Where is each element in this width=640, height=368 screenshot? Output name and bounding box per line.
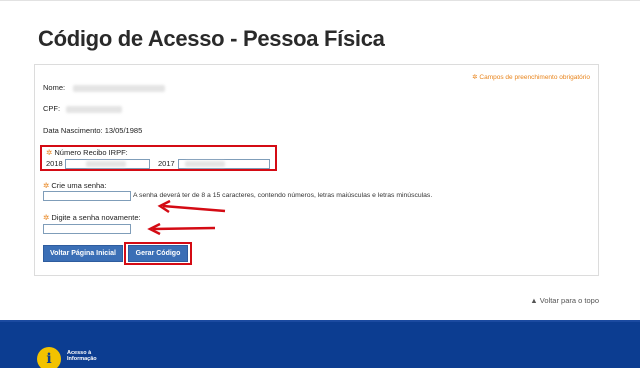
annotation-arrow-icon bbox=[157, 200, 226, 214]
recibo-2017-redacted bbox=[185, 161, 225, 167]
generate-code-button[interactable]: Gerar Código bbox=[128, 245, 188, 262]
senha-label: Crie uma senha: bbox=[51, 181, 107, 190]
back-home-button[interactable]: Voltar Página Inicial bbox=[43, 245, 123, 262]
nome-label: Nome: bbox=[43, 83, 66, 92]
recibo-label-row: ✲ Número Recibo IRPF: bbox=[46, 148, 128, 157]
page-title: Código de Acesso - Pessoa Física bbox=[38, 26, 385, 51]
cpf-value-redacted bbox=[66, 105, 123, 113]
senha-hint: A senha deverá ter de 8 a 15 caracteres,… bbox=[133, 192, 433, 199]
required-star-icon: ✲ bbox=[43, 181, 50, 190]
recibo-2018-input[interactable] bbox=[65, 159, 150, 169]
nome-row: Nome: bbox=[43, 83, 166, 92]
form-panel: ✲ Campos de preenchimento obrigatório No… bbox=[34, 64, 599, 276]
required-fields-note: ✲ Campos de preenchimento obrigatório bbox=[472, 74, 590, 81]
top-divider bbox=[0, 0, 640, 4]
senha-input[interactable] bbox=[43, 191, 131, 201]
cpf-label: CPF: bbox=[43, 104, 61, 113]
acesso-informacao-icon[interactable]: i bbox=[37, 347, 61, 368]
nascimento-value: 13/05/1985 bbox=[104, 126, 143, 135]
required-star-icon: ✲ bbox=[46, 148, 53, 157]
info-glyph: i bbox=[46, 351, 52, 367]
annotation-arrow-icon bbox=[147, 223, 216, 236]
recibo-2018-redacted bbox=[86, 161, 126, 167]
nascimento-row: Data Nascimento: 13/05/1985 bbox=[43, 126, 142, 135]
acesso-informacao-text[interactable]: Acesso à Informação bbox=[67, 350, 97, 362]
required-star-icon: ✲ bbox=[43, 213, 50, 222]
recibo-year-2018: 2018 bbox=[46, 159, 63, 168]
recibo-label: Número Recibo IRPF: bbox=[54, 148, 128, 157]
senha2-label: Digite a senha novamente: bbox=[51, 213, 141, 222]
recibo-highlight-box: ✲ Número Recibo IRPF: 2018 2017 bbox=[40, 145, 277, 171]
recibo-2017-input[interactable] bbox=[178, 159, 270, 169]
back-to-top-link[interactable]: ▲ Voltar para o topo bbox=[530, 296, 599, 305]
senha-label-row: ✲ Crie uma senha: bbox=[43, 181, 106, 190]
recibo-year-2017: 2017 bbox=[158, 159, 175, 168]
senha-confirm-input[interactable] bbox=[43, 224, 131, 234]
senha2-label-row: ✲ Digite a senha novamente: bbox=[43, 213, 141, 222]
cpf-row: CPF: bbox=[43, 104, 123, 113]
nascimento-label: Data Nascimento: bbox=[43, 126, 103, 135]
footer-line-2: Informação bbox=[67, 356, 97, 362]
nome-value-redacted bbox=[73, 84, 166, 92]
